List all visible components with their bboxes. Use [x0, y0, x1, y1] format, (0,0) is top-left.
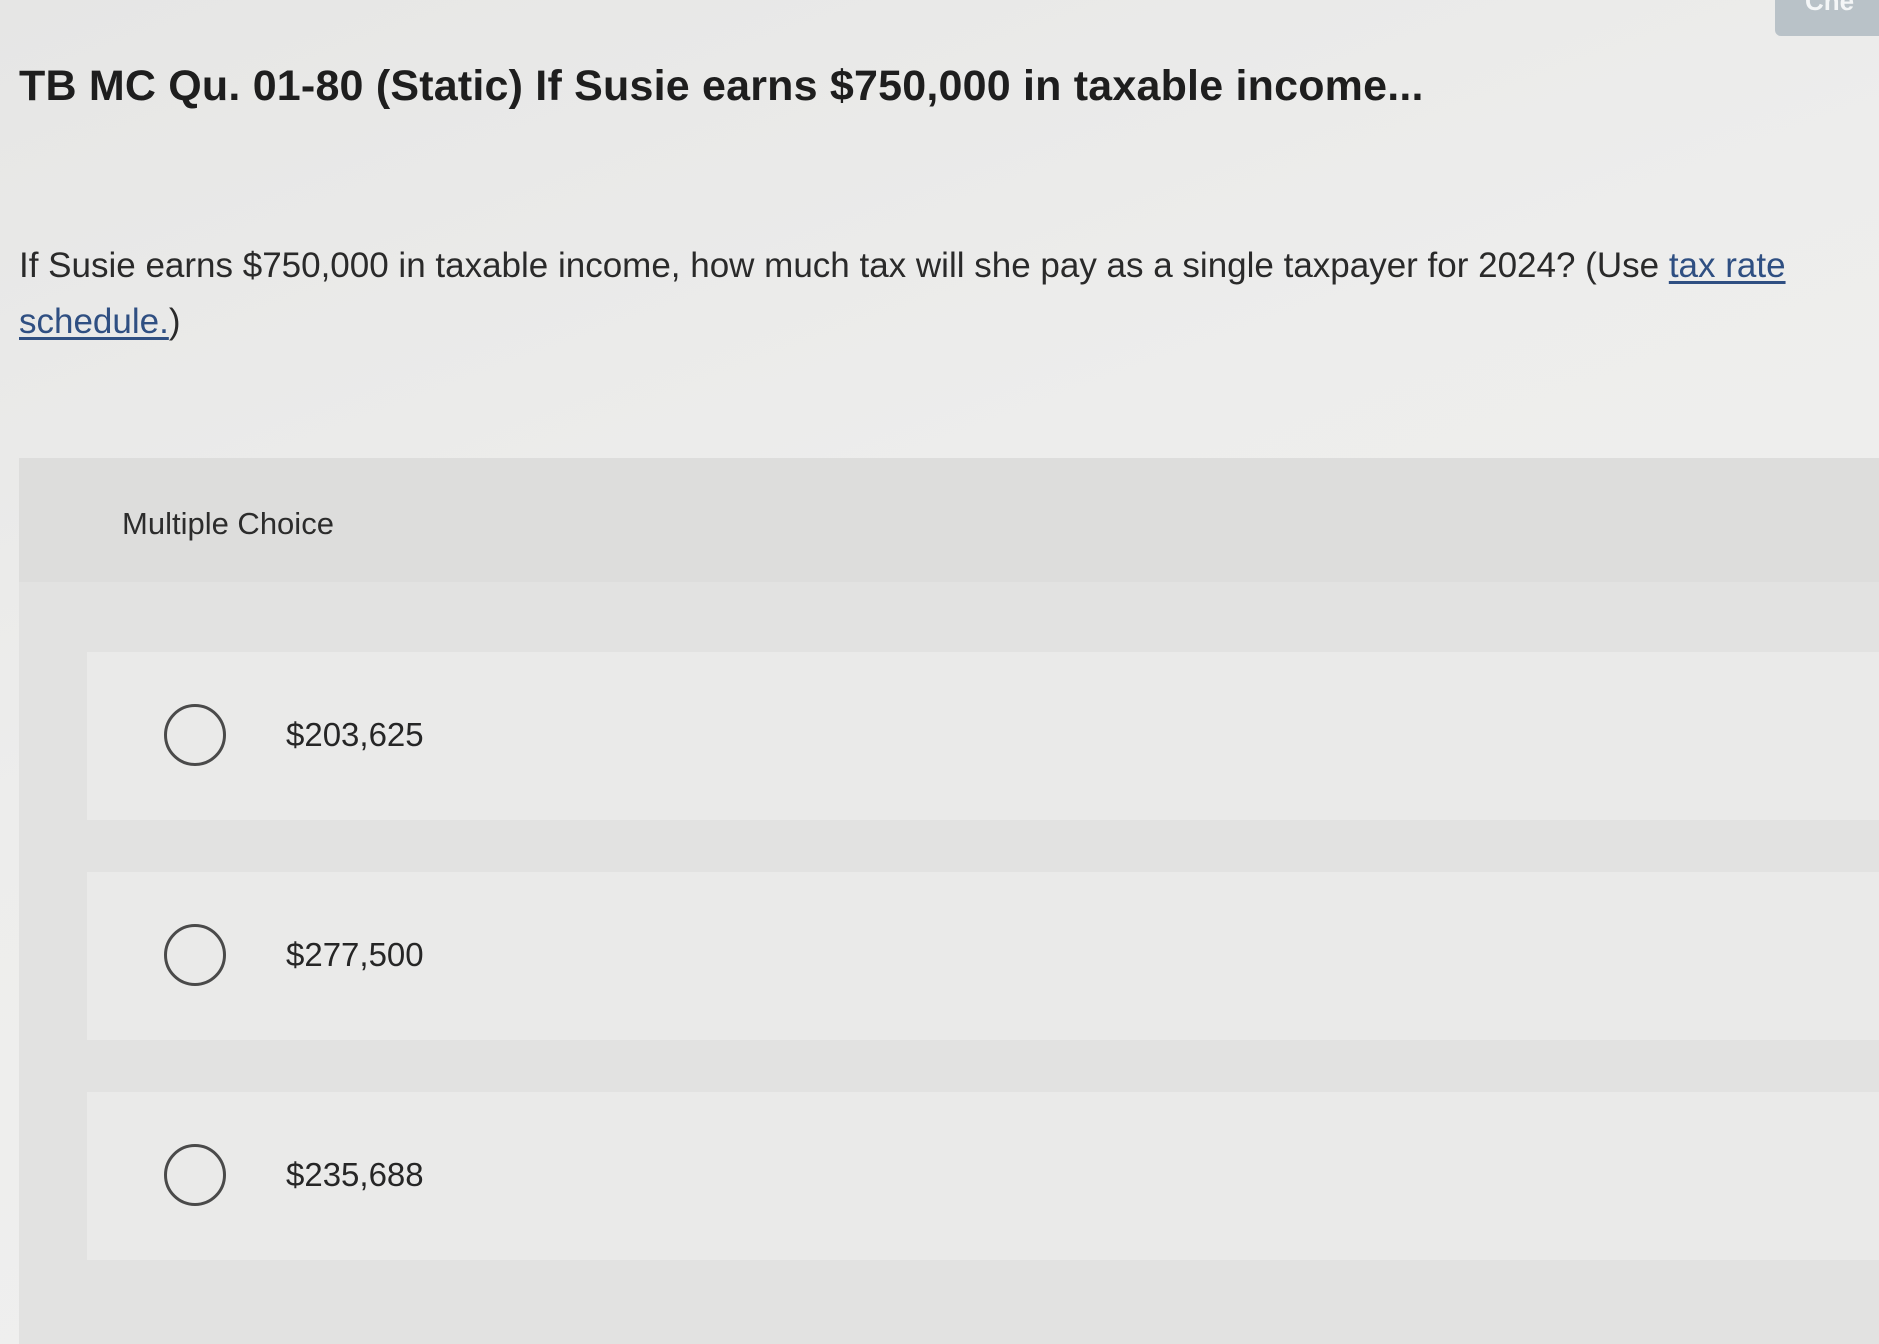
radio-button[interactable]: [164, 924, 226, 986]
answer-option-3[interactable]: $235,688: [87, 1092, 1879, 1260]
check-button-label: Che: [1805, 0, 1855, 16]
answer-option-label: $277,500: [286, 936, 424, 973]
radio-button[interactable]: [164, 704, 226, 766]
question-suffix: ): [168, 302, 181, 341]
check-button[interactable]: Che: [1775, 0, 1879, 36]
multiple-choice-panel: Multiple Choice $203,625 $277,500 $235,6…: [19, 458, 1879, 1344]
answer-option-2[interactable]: $277,500: [87, 872, 1879, 1040]
question-title: TB MC Qu. 01-80 (Static) If Susie earns …: [19, 62, 1424, 110]
radio-button[interactable]: [164, 1144, 226, 1206]
multiple-choice-label: Multiple Choice: [122, 506, 334, 541]
question-text: If Susie earns $750,000 in taxable incom…: [19, 238, 1819, 350]
answer-option-1[interactable]: $203,625: [87, 652, 1879, 820]
answer-option-label: $203,625: [286, 716, 424, 753]
multiple-choice-header: Multiple Choice: [19, 458, 1879, 582]
question-body: If Susie earns $750,000 in taxable incom…: [19, 246, 1669, 285]
answer-option-label: $235,688: [286, 1156, 424, 1193]
